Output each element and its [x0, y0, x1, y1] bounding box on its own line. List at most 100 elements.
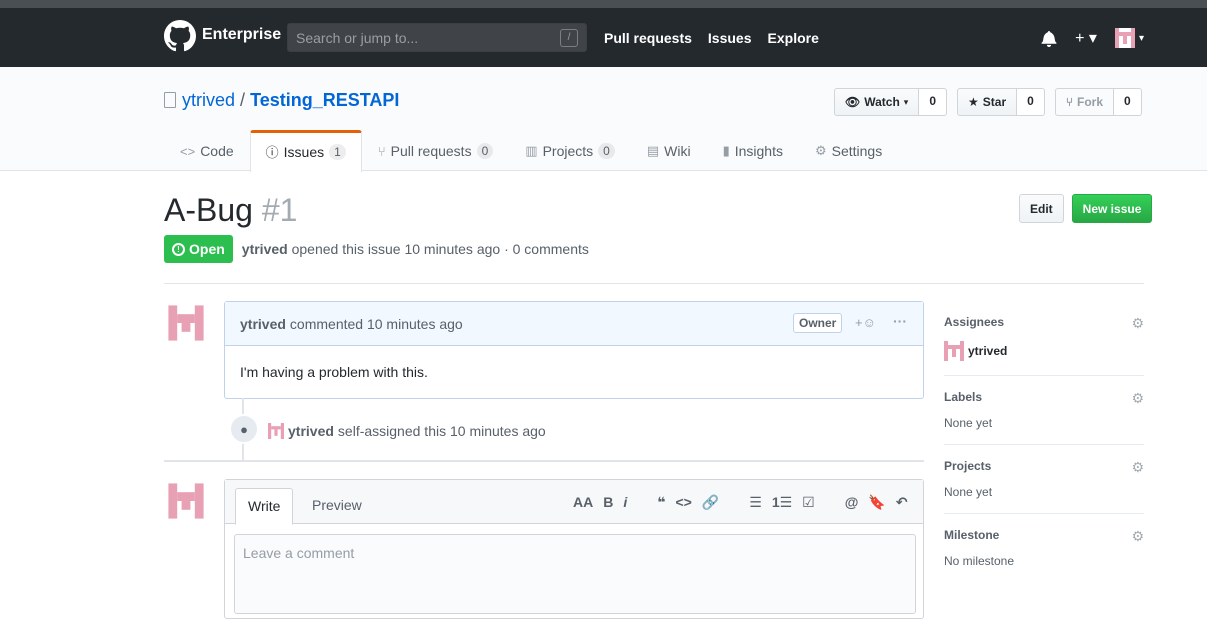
project-icon: ▥ [525, 143, 538, 158]
divider [164, 283, 1144, 284]
more-options-icon[interactable]: ··· [893, 313, 907, 329]
person-icon: ● [229, 414, 259, 444]
chevron-down-icon: ▾ [903, 96, 909, 107]
reply-icon[interactable]: ↶ [896, 494, 908, 511]
repo-name-link[interactable]: Testing_RESTAPI [250, 90, 399, 110]
search-shortcut-key: / [560, 29, 578, 47]
nav-pull-requests[interactable]: Pull requests [604, 30, 692, 46]
markdown-toolbar: AA B i ❝ <> 🔗 ☰ 1☰ ☑ @ 🔖 ↶ [573, 494, 908, 511]
italic-icon[interactable]: i [623, 494, 627, 511]
issue-open-icon: ! [172, 242, 185, 256]
comment-body: I'm having a problem with this. [240, 364, 428, 380]
fork-group: ⑂ Fork 0 [1054, 88, 1142, 116]
tab-settings[interactable]: ⚙ Settings [799, 130, 898, 171]
mention-icon[interactable]: @ [845, 494, 859, 511]
chevron-down-icon: ▾ [1138, 32, 1144, 44]
issue-number: #1 [261, 192, 298, 228]
issue-meta-text: opened this issue 10 minutes ago · 0 com… [291, 241, 589, 257]
tab-pull-requests[interactable]: ⑂ Pull requests 0 [362, 130, 509, 171]
tab-issues[interactable]: ⓘ Issues 1 [249, 130, 362, 172]
new-issue-button[interactable]: New issue [1071, 194, 1153, 223]
link-icon[interactable]: 🔗 [702, 494, 719, 511]
header-text-icon[interactable]: AA [573, 494, 593, 511]
repo-owner-link[interactable]: ytrived [182, 90, 235, 110]
add-reaction-icon[interactable]: +☺ [855, 315, 876, 330]
tab-projects[interactable]: ▥ Projects 0 [509, 130, 631, 171]
search-placeholder: Search or jump to... [296, 30, 419, 46]
gear-icon[interactable]: ⚙ [1131, 459, 1144, 476]
user-avatar-dropdown[interactable]: ▾ [1114, 28, 1144, 48]
comment: ytrived commented 10 minutes ago Owner +… [224, 301, 924, 399]
bell-icon[interactable] [1041, 30, 1057, 47]
assignee-item[interactable]: ytrived [944, 341, 1144, 361]
watch-label: Watch [864, 95, 900, 109]
gear-icon[interactable]: ⚙ [1131, 390, 1144, 407]
projects-value: None yet [944, 485, 993, 499]
issue-meta: ! Open ytrived opened this issue 10 minu… [164, 235, 589, 263]
nav-issues[interactable]: Issues [708, 30, 752, 46]
edit-button[interactable]: Edit [1019, 194, 1064, 223]
plus-icon[interactable]: + ▾ [1075, 28, 1097, 48]
tab-wiki[interactable]: ▤ Wiki [631, 130, 707, 171]
github-logo-icon[interactable] [164, 20, 196, 52]
code-icon[interactable]: <> [675, 494, 691, 511]
status-badge: ! Open [164, 235, 233, 263]
tab-preview[interactable]: Preview [300, 488, 374, 522]
book-icon: ▤ [646, 143, 660, 158]
gear-icon: ⚙ [814, 143, 827, 158]
bookmark-icon[interactable]: 🔖 [868, 494, 885, 511]
assignees-label: Assignees [944, 315, 1005, 329]
tab-counter: 1 [329, 143, 346, 160]
brand-label[interactable]: Enterprise [202, 26, 281, 44]
tab-label: Insights [734, 143, 783, 159]
watch-button[interactable]: 👁 Watch ▾ [834, 88, 920, 116]
tab-write[interactable]: Write [235, 488, 294, 525]
tab-counter: 0 [598, 143, 615, 159]
fork-icon: ⑂ [1065, 95, 1074, 109]
gear-icon[interactable]: ⚙ [1131, 315, 1144, 332]
fork-button[interactable]: ⑂ Fork [1054, 88, 1115, 116]
assignee-name: ytrived [968, 344, 1008, 358]
comment-timestamp[interactable]: commented 10 minutes ago [290, 316, 463, 332]
tab-insights[interactable]: ▮ Insights [707, 130, 799, 171]
issue-title: A-Bug #1 [164, 192, 297, 229]
tab-code[interactable]: <> Code [164, 130, 250, 171]
quote-icon[interactable]: ❝ [657, 494, 665, 511]
event-avatar[interactable] [268, 423, 284, 439]
event-author-link[interactable]: ytrived [288, 423, 334, 439]
numbered-list-icon[interactable]: 1☰ [772, 494, 792, 511]
repo-title: ytrived / Testing_RESTAPI [164, 90, 399, 111]
watch-count[interactable]: 0 [919, 88, 948, 116]
star-button[interactable]: ★ Star [957, 88, 1018, 116]
issue-title-text: A-Bug [164, 192, 253, 228]
issue-actions: Edit New issue [1019, 194, 1153, 223]
comment-author-link[interactable]: ytrived [240, 316, 286, 332]
fork-count[interactable]: 0 [1114, 88, 1142, 116]
tab-label: Pull requests [390, 143, 472, 159]
milestone-label: Milestone [944, 528, 1000, 542]
star-group: ★ Star 0 [957, 88, 1045, 116]
comment-textarea[interactable]: Leave a comment [234, 534, 916, 614]
comment-avatar[interactable] [164, 301, 208, 345]
repo-actions: 👁 Watch ▾ 0 ★ Star 0 ⑂ Fork 0 [834, 88, 1142, 116]
issue-sidebar: Assignees ⚙ ytrived Labels ⚙ None yet Pr… [944, 301, 1144, 582]
code-icon: <> [180, 143, 196, 159]
tab-label: Code [200, 143, 234, 159]
global-header: Enterprise Search or jump to... / Pull r… [0, 8, 1207, 67]
assign-event: ytrived self-assigned this 10 minutes ag… [268, 423, 546, 439]
new-comment-avatar[interactable] [164, 479, 208, 523]
gear-icon[interactable]: ⚙ [1131, 528, 1144, 545]
tab-label: Projects [542, 143, 594, 159]
owner-badge: Owner [793, 313, 843, 333]
task-list-icon[interactable]: ☑ [802, 494, 815, 511]
star-count[interactable]: 0 [1017, 88, 1045, 116]
search-input[interactable]: Search or jump to... / [287, 23, 587, 52]
bullet-list-icon[interactable]: ☰ [749, 494, 762, 511]
sidebar-milestone: Milestone ⚙ No milestone [944, 514, 1144, 582]
issue-author-link[interactable]: ytrived [242, 241, 288, 257]
top-strip [0, 0, 1207, 8]
bold-icon[interactable]: B [603, 494, 613, 511]
nav-explore[interactable]: Explore [768, 30, 819, 46]
repo-separator: / [240, 90, 246, 110]
pull-request-icon: ⑂ [377, 143, 386, 159]
